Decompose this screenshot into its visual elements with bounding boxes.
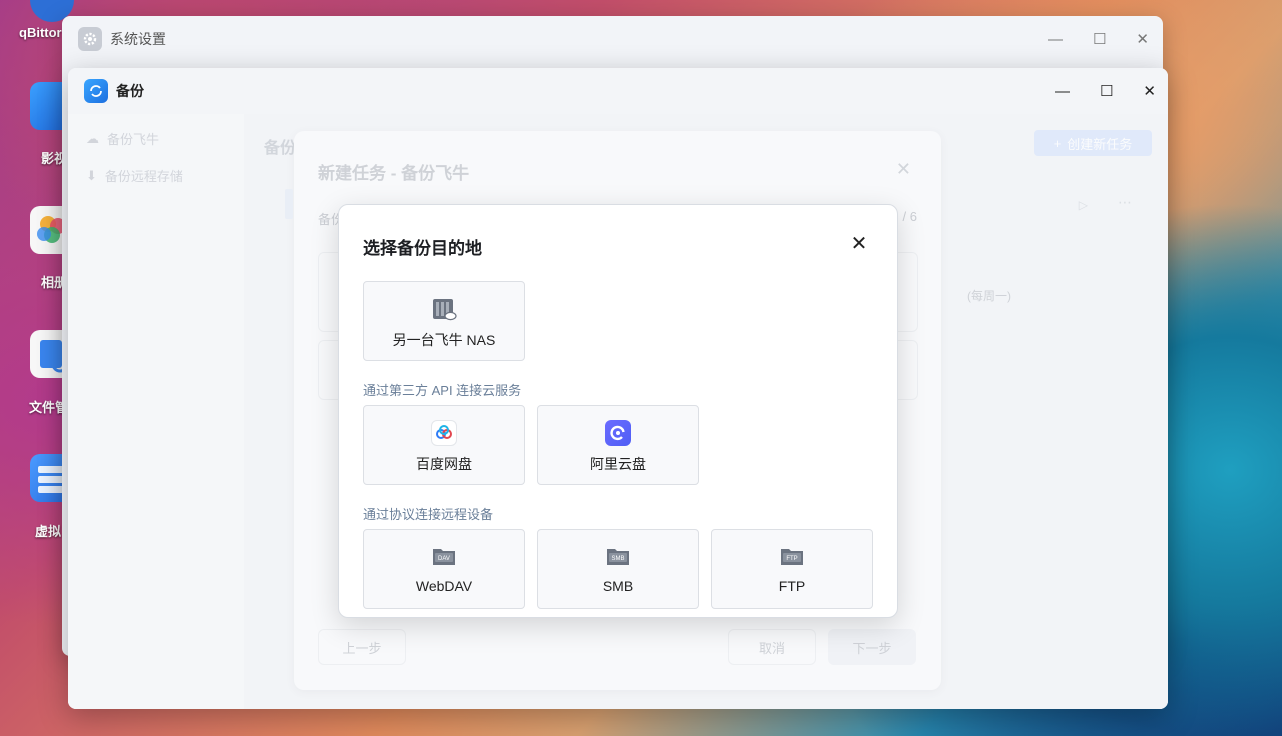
window-controls: — ☐ ✕ bbox=[1048, 16, 1149, 62]
webdav-icon: DAV bbox=[431, 544, 457, 570]
close-icon[interactable]: ✕ bbox=[1143, 82, 1156, 100]
aliyun-drive-icon bbox=[605, 420, 631, 446]
section-label-cloud: 通过第三方 API 连接云服务 bbox=[363, 383, 522, 398]
svg-text:FTP: FTP bbox=[786, 556, 797, 562]
option-label: 百度网盘 bbox=[416, 456, 472, 472]
option-label: 另一台飞牛 NAS bbox=[392, 332, 496, 348]
option-label: WebDAV bbox=[415, 578, 473, 594]
window-titlebar[interactable]: 系统设置 bbox=[62, 16, 1163, 62]
svg-text:SMB: SMB bbox=[611, 556, 624, 562]
option-baidu-netdisk[interactable]: 百度网盘 bbox=[363, 405, 525, 485]
option-aliyun-drive[interactable]: 阿里云盘 bbox=[537, 405, 699, 485]
nas-server-icon bbox=[431, 296, 457, 322]
window-title: 系统设置 bbox=[110, 31, 166, 47]
svg-text:DAV: DAV bbox=[438, 556, 450, 562]
backup-app-icon bbox=[84, 79, 108, 103]
option-another-nas[interactable]: 另一台飞牛 NAS bbox=[363, 281, 525, 361]
ftp-icon: FTP bbox=[779, 544, 805, 570]
option-ftp[interactable]: FTP FTP bbox=[711, 529, 873, 609]
select-destination-dialog: 选择备份目的地 ✕ 另一台飞牛 NAS 通过第三方 API 连接云服务 百度网盘… bbox=[338, 204, 898, 618]
option-label: SMB bbox=[602, 578, 634, 594]
option-label: FTP bbox=[778, 578, 806, 594]
baidu-netdisk-icon bbox=[431, 420, 457, 446]
smb-icon: SMB bbox=[605, 544, 631, 570]
window-titlebar[interactable]: 备份 bbox=[68, 68, 1168, 114]
window-title: 备份 bbox=[116, 83, 144, 99]
option-label: 阿里云盘 bbox=[590, 456, 646, 472]
section-label-protocol: 通过协议连接远程设备 bbox=[363, 507, 494, 522]
minimize-icon[interactable]: — bbox=[1048, 31, 1063, 48]
close-icon[interactable]: ✕ bbox=[1136, 30, 1149, 48]
option-smb[interactable]: SMB SMB bbox=[537, 529, 699, 609]
desktop-icon-label: 虚拟 bbox=[35, 524, 62, 539]
maximize-icon[interactable]: ☐ bbox=[1100, 82, 1113, 100]
close-icon[interactable]: ✕ bbox=[849, 233, 869, 255]
dialog-title: 选择备份目的地 bbox=[363, 239, 482, 258]
window-controls: — ☐ ✕ bbox=[1055, 68, 1156, 114]
option-webdav[interactable]: DAV WebDAV bbox=[363, 529, 525, 609]
minimize-icon[interactable]: — bbox=[1055, 83, 1070, 100]
maximize-icon[interactable]: ☐ bbox=[1093, 30, 1106, 48]
desktop-icon-label: qBittor bbox=[19, 25, 62, 40]
gear-icon bbox=[78, 27, 102, 51]
